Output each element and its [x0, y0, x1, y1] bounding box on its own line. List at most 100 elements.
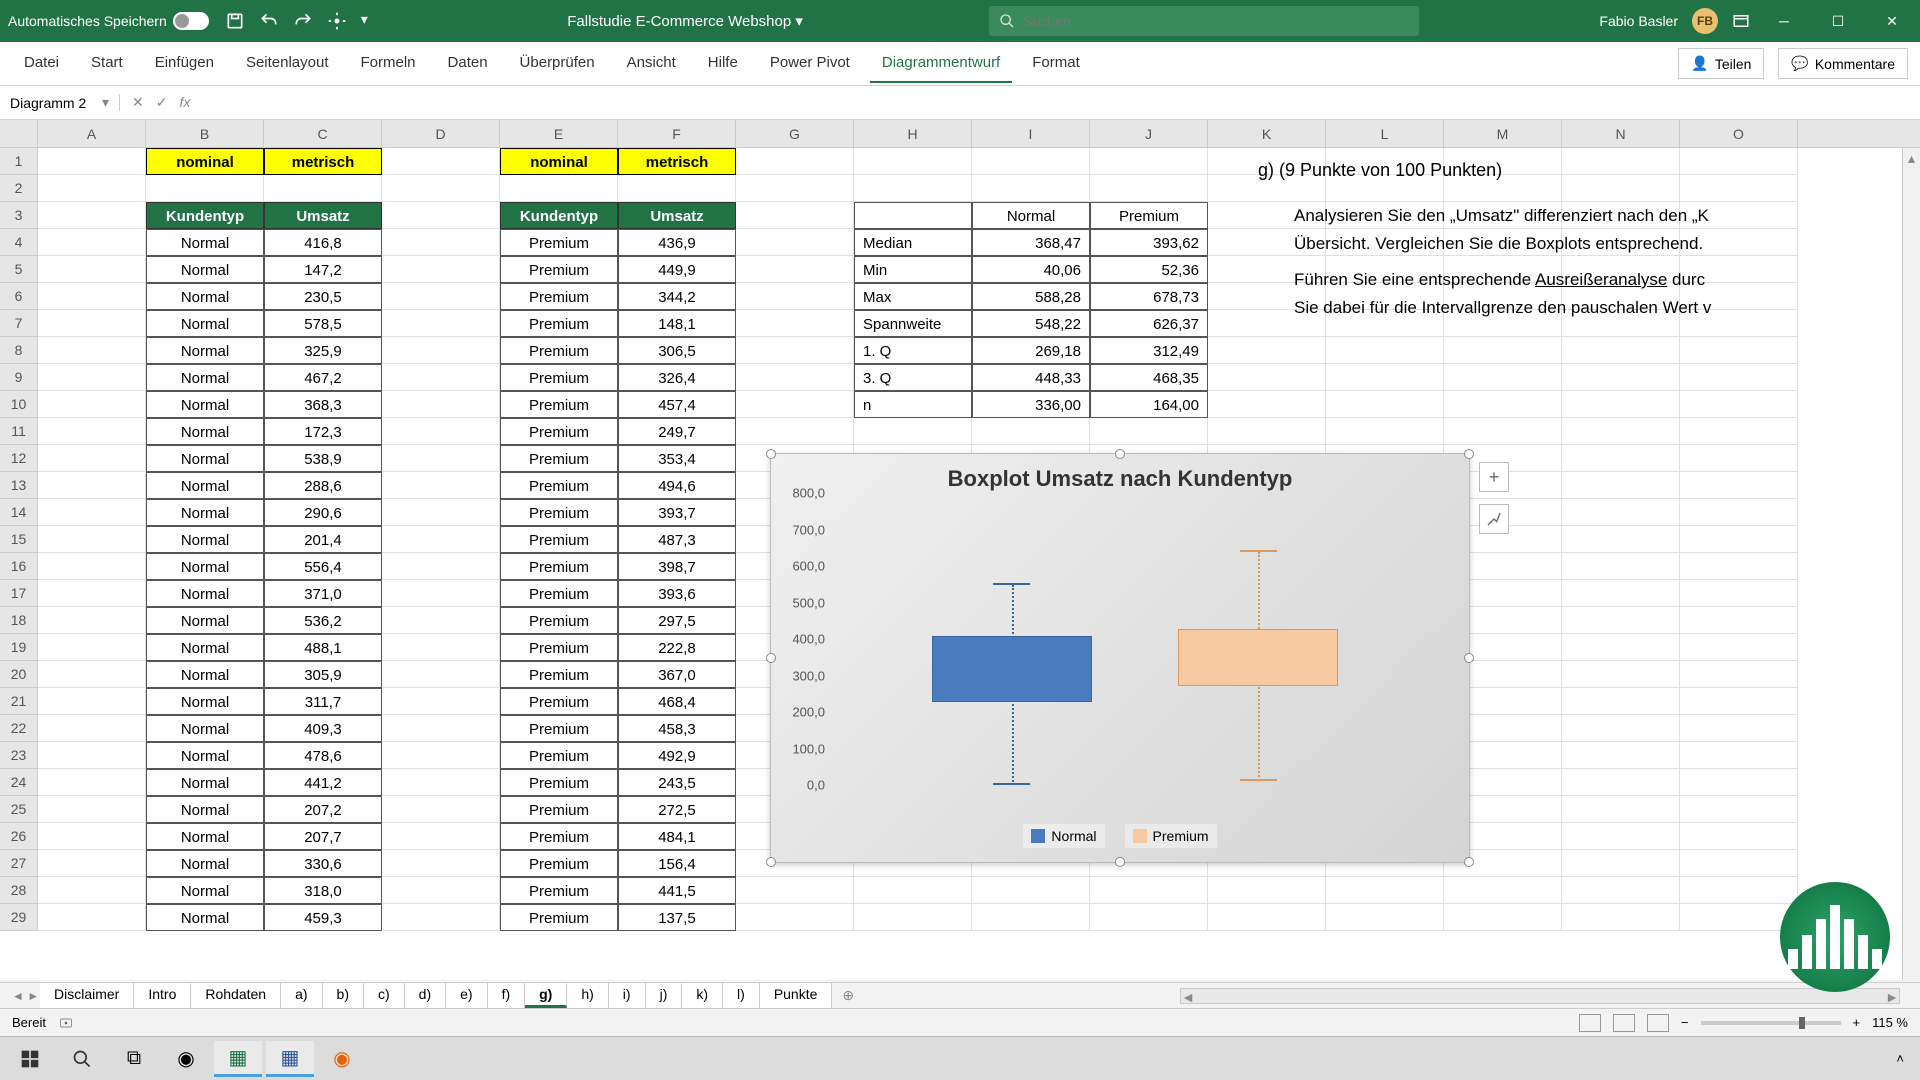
row-header-24[interactable]: 24 — [0, 769, 38, 796]
sheet-tab-Punkte[interactable]: Punkte — [760, 983, 833, 1008]
cell-A27[interactable] — [38, 850, 146, 877]
share-button[interactable]: 👤 Teilen — [1678, 48, 1764, 79]
row-header-29[interactable]: 29 — [0, 904, 38, 931]
cell-D7[interactable] — [382, 310, 500, 337]
box-premium[interactable] — [1178, 629, 1338, 686]
cell-K11[interactable] — [1208, 418, 1326, 445]
cell-O28[interactable] — [1680, 877, 1798, 904]
box-normal[interactable] — [932, 636, 1092, 701]
sheet-tab-d[interactable]: d) — [405, 983, 446, 1008]
cell-A20[interactable] — [38, 661, 146, 688]
normal-view-button[interactable] — [1579, 1014, 1601, 1032]
cell-D24[interactable] — [382, 769, 500, 796]
cell-B8[interactable]: Normal — [146, 337, 264, 364]
cell-F17[interactable]: 393,6 — [618, 580, 736, 607]
cell-J6[interactable]: 678,73 — [1090, 283, 1208, 310]
cell-I7[interactable]: 548,22 — [972, 310, 1090, 337]
cell-F20[interactable]: 367,0 — [618, 661, 736, 688]
cell-B21[interactable]: Normal — [146, 688, 264, 715]
cell-C24[interactable]: 441,2 — [264, 769, 382, 796]
cell-D13[interactable] — [382, 472, 500, 499]
cell-B1[interactable]: nominal — [146, 148, 264, 175]
col-header-K[interactable]: K — [1208, 120, 1326, 147]
cell-D29[interactable] — [382, 904, 500, 931]
task-view-icon[interactable]: ⧉ — [110, 1041, 158, 1077]
cell-E5[interactable]: Premium — [500, 256, 618, 283]
col-header-D[interactable]: D — [382, 120, 500, 147]
cell-N27[interactable] — [1562, 850, 1680, 877]
cell-H6[interactable]: Max — [854, 283, 972, 310]
row-header-11[interactable]: 11 — [0, 418, 38, 445]
cell-E6[interactable]: Premium — [500, 283, 618, 310]
row-header-6[interactable]: 6 — [0, 283, 38, 310]
cell-I11[interactable] — [972, 418, 1090, 445]
cell-I2[interactable] — [972, 175, 1090, 202]
cell-I29[interactable] — [972, 904, 1090, 931]
cell-E23[interactable]: Premium — [500, 742, 618, 769]
cell-N19[interactable] — [1562, 634, 1680, 661]
col-header-L[interactable]: L — [1326, 120, 1444, 147]
cell-F12[interactable]: 353,4 — [618, 445, 736, 472]
chevron-up-icon[interactable]: ˄ — [1896, 1051, 1904, 1066]
cell-C2[interactable] — [264, 175, 382, 202]
cell-G6[interactable] — [736, 283, 854, 310]
cancel-fx-icon[interactable]: ✕ — [132, 94, 144, 111]
cell-J9[interactable]: 468,35 — [1090, 364, 1208, 391]
cell-B15[interactable]: Normal — [146, 526, 264, 553]
cell-A1[interactable] — [38, 148, 146, 175]
cell-F5[interactable]: 449,9 — [618, 256, 736, 283]
cell-D4[interactable] — [382, 229, 500, 256]
cell-G29[interactable] — [736, 904, 854, 931]
row-header-14[interactable]: 14 — [0, 499, 38, 526]
row-header-4[interactable]: 4 — [0, 229, 38, 256]
cell-E15[interactable]: Premium — [500, 526, 618, 553]
cell-A26[interactable] — [38, 823, 146, 850]
cell-D19[interactable] — [382, 634, 500, 661]
cell-F9[interactable]: 326,4 — [618, 364, 736, 391]
cell-A25[interactable] — [38, 796, 146, 823]
word-taskbar-icon[interactable]: ▦ — [266, 1041, 314, 1077]
cell-C11[interactable]: 172,3 — [264, 418, 382, 445]
sheet-tab-Intro[interactable]: Intro — [134, 983, 191, 1008]
col-header-B[interactable]: B — [146, 120, 264, 147]
cell-D23[interactable] — [382, 742, 500, 769]
cell-F8[interactable]: 306,5 — [618, 337, 736, 364]
cell-D10[interactable] — [382, 391, 500, 418]
ribbon-display-icon[interactable] — [1732, 12, 1750, 30]
tab-daten[interactable]: Daten — [436, 44, 500, 83]
tab-überprüfen[interactable]: Überprüfen — [508, 44, 607, 83]
col-header-E[interactable]: E — [500, 120, 618, 147]
cell-E13[interactable]: Premium — [500, 472, 618, 499]
cell-M9[interactable] — [1444, 364, 1562, 391]
cell-F21[interactable]: 468,4 — [618, 688, 736, 715]
row-header-3[interactable]: 3 — [0, 202, 38, 229]
cell-H5[interactable]: Min — [854, 256, 972, 283]
cell-N23[interactable] — [1562, 742, 1680, 769]
tab-formeln[interactable]: Formeln — [349, 44, 428, 83]
cell-E12[interactable]: Premium — [500, 445, 618, 472]
tab-diagrammentwurf[interactable]: Diagrammentwurf — [870, 44, 1012, 83]
firefox-taskbar-icon[interactable]: ◉ — [318, 1041, 366, 1077]
cell-O23[interactable] — [1680, 742, 1798, 769]
row-header-2[interactable]: 2 — [0, 175, 38, 202]
cell-E20[interactable]: Premium — [500, 661, 618, 688]
cell-G8[interactable] — [736, 337, 854, 364]
cell-B27[interactable]: Normal — [146, 850, 264, 877]
cell-B11[interactable]: Normal — [146, 418, 264, 445]
cell-G7[interactable] — [736, 310, 854, 337]
cell-E27[interactable]: Premium — [500, 850, 618, 877]
cell-E17[interactable]: Premium — [500, 580, 618, 607]
cell-B3[interactable]: Kundentyp — [146, 202, 264, 229]
chart-elements-button[interactable]: + — [1479, 462, 1509, 492]
row-header-13[interactable]: 13 — [0, 472, 38, 499]
tab-ansicht[interactable]: Ansicht — [615, 44, 688, 83]
cell-J10[interactable]: 164,00 — [1090, 391, 1208, 418]
cell-D9[interactable] — [382, 364, 500, 391]
cell-C15[interactable]: 201,4 — [264, 526, 382, 553]
sheet-tab-Disclaimer[interactable]: Disclaimer — [40, 983, 134, 1008]
cell-B5[interactable]: Normal — [146, 256, 264, 283]
sheet-tab-l[interactable]: l) — [723, 983, 760, 1008]
cell-D16[interactable] — [382, 553, 500, 580]
cell-E26[interactable]: Premium — [500, 823, 618, 850]
cell-D1[interactable] — [382, 148, 500, 175]
